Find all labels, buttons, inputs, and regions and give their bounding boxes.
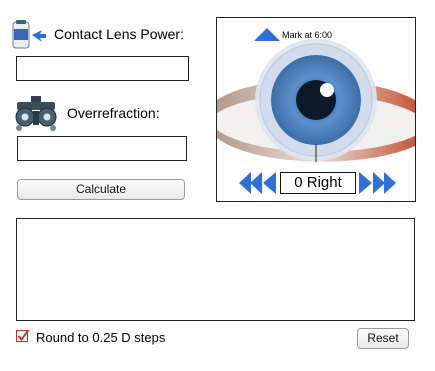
contact-lens-power-input[interactable] <box>16 56 189 81</box>
reset-button[interactable]: Reset <box>357 328 409 349</box>
rotate-left-button[interactable] <box>263 172 277 194</box>
round-steps-checkbox[interactable] <box>16 329 30 343</box>
axis-readout: 0 Right <box>280 172 356 194</box>
round-steps-label: Round to 0.25 D steps <box>36 330 166 345</box>
contact-lens-icon <box>10 20 48 50</box>
rotate-fast-right-button[interactable] <box>372 172 396 194</box>
double-arrow-right-icon <box>373 172 396 194</box>
triangle-up-icon <box>254 28 280 41</box>
contact-lens-power-label: Contact Lens Power: <box>54 26 184 42</box>
double-arrow-left-icon <box>239 172 262 194</box>
phoropter-icon <box>13 95 59 133</box>
arrow-right-icon <box>359 172 372 194</box>
rotate-right-button[interactable] <box>358 172 372 194</box>
checkmark-icon <box>16 329 30 342</box>
result-text-area <box>16 218 415 321</box>
arrow-left-icon <box>263 172 276 194</box>
overrefraction-input[interactable] <box>17 136 187 161</box>
lens-rotation-panel: Mark at 6:00 0 Right <box>216 17 416 202</box>
calculate-button[interactable]: Calculate <box>17 179 185 200</box>
mark-label: Mark at 6:00 <box>282 30 333 40</box>
overrefraction-label: Overrefraction: <box>67 105 160 121</box>
rotate-fast-left-button[interactable] <box>239 172 263 194</box>
